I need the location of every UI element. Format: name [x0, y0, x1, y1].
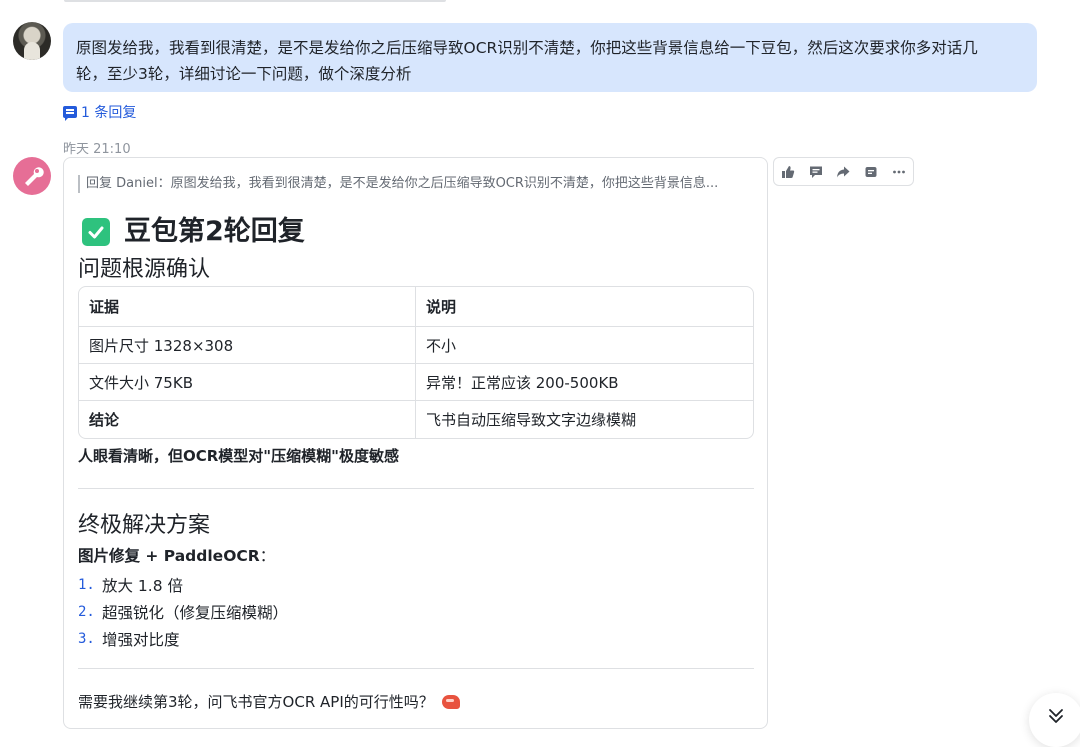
card-title: 豆包第2轮回复 — [124, 216, 305, 247]
list-number: 3. — [78, 630, 95, 647]
divider — [78, 668, 754, 669]
section-heading-root-cause: 问题根源确认 — [78, 257, 211, 282]
user-message-bubble: 原图发给我，我看到很清楚，是不是发给你之后压缩导致OCR识别不清楚，你把这些背景… — [63, 23, 1037, 92]
bot-logo-icon — [25, 167, 44, 186]
quote-reply-icon[interactable] — [857, 158, 885, 185]
double-chevron-down-icon — [1049, 709, 1063, 723]
solution-label-text: 图片修复 + PaddleOCR — [78, 547, 260, 565]
bot-avatar[interactable] — [13, 157, 51, 195]
table-header-row: 证据 说明 — [79, 287, 753, 327]
comment-icon[interactable] — [802, 158, 830, 185]
table-cell: 图片尺寸 1328×308 — [79, 327, 416, 364]
message-action-bar — [773, 157, 914, 186]
reply-thread-link[interactable]: 1 条回复 — [63, 102, 136, 122]
list-text: 超强锐化（修复压缩模糊） — [102, 603, 289, 622]
table-cell: 文件大小 75KB — [79, 364, 416, 401]
list-text: 增强对比度 — [102, 630, 180, 649]
follow-up-question: 需要我继续第3轮，问飞书官方OCR API的可行性吗？ — [78, 691, 460, 713]
list-item: 1. 放大 1.8 倍 — [78, 571, 738, 598]
forward-icon[interactable] — [830, 158, 858, 185]
emphasis-line: 人眼看清晰，但OCR模型对"压缩模糊"极度敏感 — [78, 447, 399, 465]
scroll-to-bottom-button[interactable] — [1029, 693, 1080, 747]
user-message-line-2: 轮，至少3轮，详细讨论一下问题，做个深度分析 — [76, 65, 412, 83]
list-text: 放大 1.8 倍 — [102, 576, 184, 595]
table-header-cell: 证据 — [79, 287, 416, 327]
table-header-cell: 说明 — [416, 287, 753, 327]
follow-up-text: 需要我继续第3轮，问飞书官方OCR API的可行性吗？ — [78, 693, 434, 711]
list-item: 3. 增强对比度 — [78, 625, 738, 652]
table-cell: 结论 — [79, 401, 416, 438]
table-cell: 异常！正常应该 200-500KB — [416, 364, 753, 401]
evidence-table: 证据 说明 图片尺寸 1328×308 不小 文件大小 75KB 异常！正常应该… — [78, 286, 754, 439]
divider — [78, 488, 754, 489]
table-row: 文件大小 75KB 异常！正常应该 200-500KB — [79, 364, 753, 401]
shrimp-icon — [441, 695, 460, 709]
table-row: 图片尺寸 1328×308 不小 — [79, 327, 753, 364]
more-icon[interactable] — [885, 158, 913, 185]
bot-message-card: 回复 Daniel：原图发给我，我看到很清楚，是不是发给你之后压缩导致OCR识别… — [63, 157, 768, 729]
user-message-line-1: 原图发给我，我看到很清楚，是不是发给你之后压缩导致OCR识别不清楚，你把这些背景… — [76, 39, 978, 57]
solution-colon: ： — [259, 547, 276, 565]
card-title-row: 豆包第2轮回复 — [82, 214, 305, 250]
list-item: 2. 超强锐化（修复压缩模糊） — [78, 598, 738, 625]
list-number: 1. — [78, 576, 95, 593]
table-cell: 飞书自动压缩导致文字边缘模糊 — [426, 411, 637, 429]
check-mark-button-icon — [82, 218, 110, 246]
reply-count-label: 1 条回复 — [81, 105, 137, 121]
user-avatar[interactable] — [13, 22, 51, 60]
table-cell: 不小 — [416, 327, 753, 364]
solution-steps-list: 1. 放大 1.8 倍 2. 超强锐化（修复压缩模糊） 3. 增强对比度 — [78, 571, 738, 652]
section-heading-solution: 终极解决方案 — [78, 513, 211, 538]
previous-message-edge — [64, 0, 446, 2]
quoted-reply[interactable]: 回复 Daniel：原图发给我，我看到很清楚，是不是发给你之后压缩导致OCR识别… — [78, 175, 754, 193]
list-number: 2. — [78, 603, 95, 620]
comment-icon — [63, 106, 77, 121]
solution-label: 图片修复 + PaddleOCR： — [78, 546, 275, 566]
table-row: 结论 飞书自动压缩导致文字边缘模糊 — [79, 401, 753, 438]
thumbs-up-icon[interactable] — [774, 158, 802, 185]
message-timestamp: 昨天 21:10 — [63, 142, 131, 157]
